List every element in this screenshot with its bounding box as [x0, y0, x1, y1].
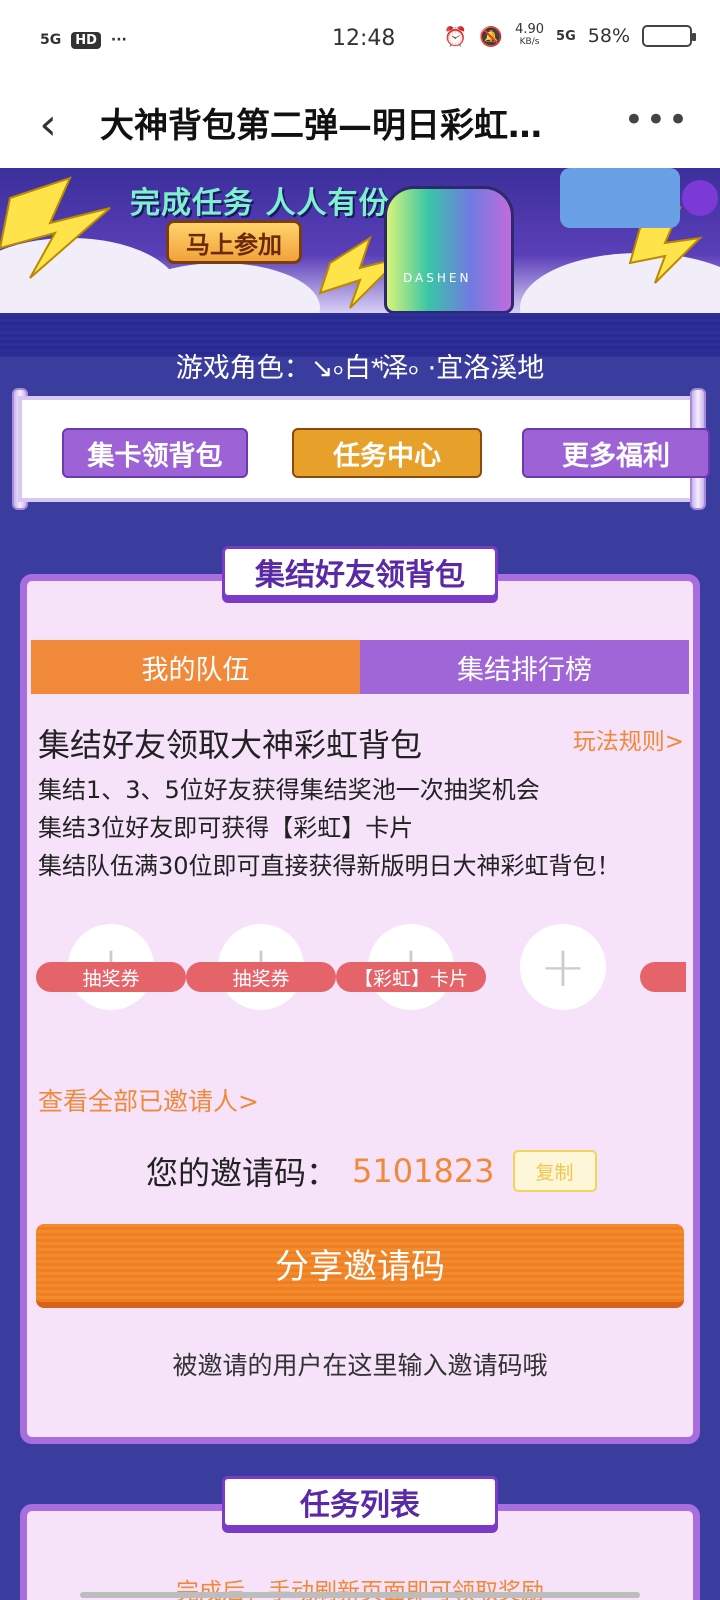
nav-collect-cards-button[interactable]: 集卡领背包 — [62, 428, 248, 478]
tab-my-team[interactable]: 我的队伍 — [31, 640, 360, 694]
reward-tag-partial — [640, 962, 686, 992]
rules-link[interactable]: 玩法规则> — [573, 722, 684, 756]
hd-badge: HD — [71, 31, 101, 49]
invite-code-row: 您的邀请码： 5101823 复制 — [146, 1148, 597, 1194]
banner-slogan: 完成任务 人人有份 — [130, 186, 390, 221]
status-dots: ··· — [110, 32, 127, 48]
section-title-ribbon: 集结好友领背包 — [222, 546, 498, 598]
view-all-invitees-link[interactable]: 查看全部已邀请人> — [38, 1082, 259, 1118]
copy-button[interactable]: 复制 — [512, 1150, 597, 1192]
rainbow-backpack-image: DASHEN — [384, 186, 514, 313]
invite-slot[interactable]: + — [520, 924, 606, 1010]
team-tabs: 我的队伍 集结排行榜 — [31, 640, 689, 694]
battery-percent: 58% — [587, 25, 630, 47]
tab-ranking[interactable]: 集结排行榜 — [360, 640, 689, 694]
backpack-brand-text: DASHEN — [403, 271, 472, 285]
status-left: 5G HD ··· — [40, 31, 127, 49]
back-arrow-icon[interactable]: ‹ — [28, 99, 68, 150]
network-speed-unit: KB/s — [519, 37, 540, 47]
promo-banner[interactable]: 完成任务 人人有份 马上参加 DASHEN — [0, 168, 720, 313]
network-speed-value: 4.90 — [515, 22, 545, 37]
reward-tag-lottery: 抽奖券 — [186, 962, 336, 992]
signal-5g-right: 5G — [556, 28, 576, 44]
description-line: 集结队伍满30位即可直接获得新版明日大神彩虹背包！ — [38, 852, 621, 880]
reward-tag-rainbow-card: 【彩虹】卡片 — [336, 962, 486, 992]
reward-tag-lottery: 抽奖券 — [36, 962, 186, 992]
home-indicator[interactable] — [80, 1592, 640, 1598]
description-line: 集结1、3、5位好友获得集结奖池一次抽奖机会 — [38, 776, 540, 804]
status-time: 12:48 — [332, 26, 396, 51]
invite-slots: + + + + 抽奖券 抽奖券 【彩虹】卡片 — [36, 924, 686, 1010]
task-list-ribbon: 任务列表 — [222, 1476, 498, 1528]
nav-task-center-button[interactable]: 任务中心 — [292, 428, 482, 478]
title-bar: ‹ 大神背包第二弹—明日彩虹… ••• — [0, 80, 720, 168]
signal-5g-indicator: 5G — [40, 32, 62, 48]
status-bar: 5G HD ··· 12:48 ⏰ 🔕 4.90 KB/s 5G 58% — [0, 0, 720, 80]
invite-code-label: 您的邀请码： — [146, 1154, 339, 1192]
page-title: 大神背包第二弹—明日彩虹… — [100, 106, 542, 146]
invite-hint-text: 被邀请的用户在这里输入邀请码哦 — [172, 1351, 548, 1380]
alarm-icon: ⏰ — [443, 25, 468, 48]
join-now-button[interactable]: 马上参加 — [166, 220, 302, 264]
network-speed: 4.90 KB/s — [515, 22, 545, 48]
gather-headline: 集结好友领取大神彩虹背包 — [38, 726, 423, 764]
status-right: ⏰ 🔕 4.90 KB/s 5G 58% — [443, 22, 696, 48]
description-line: 集结3位好友即可获得【彩虹】卡片 — [38, 814, 414, 842]
battery-icon — [642, 25, 696, 47]
nav-more-benefits-button[interactable]: 更多福利 — [522, 428, 710, 478]
mute-bell-icon: 🔕 — [479, 25, 504, 48]
share-invite-code-button[interactable]: 分享邀请码 — [36, 1224, 684, 1308]
invite-code-value: 5101823 — [352, 1152, 495, 1190]
more-menu-icon[interactable]: ••• — [624, 100, 690, 140]
game-role-label: 游戏角色：↘৹白*ͥ泽৹ ·宜洛溪地 — [175, 353, 545, 384]
